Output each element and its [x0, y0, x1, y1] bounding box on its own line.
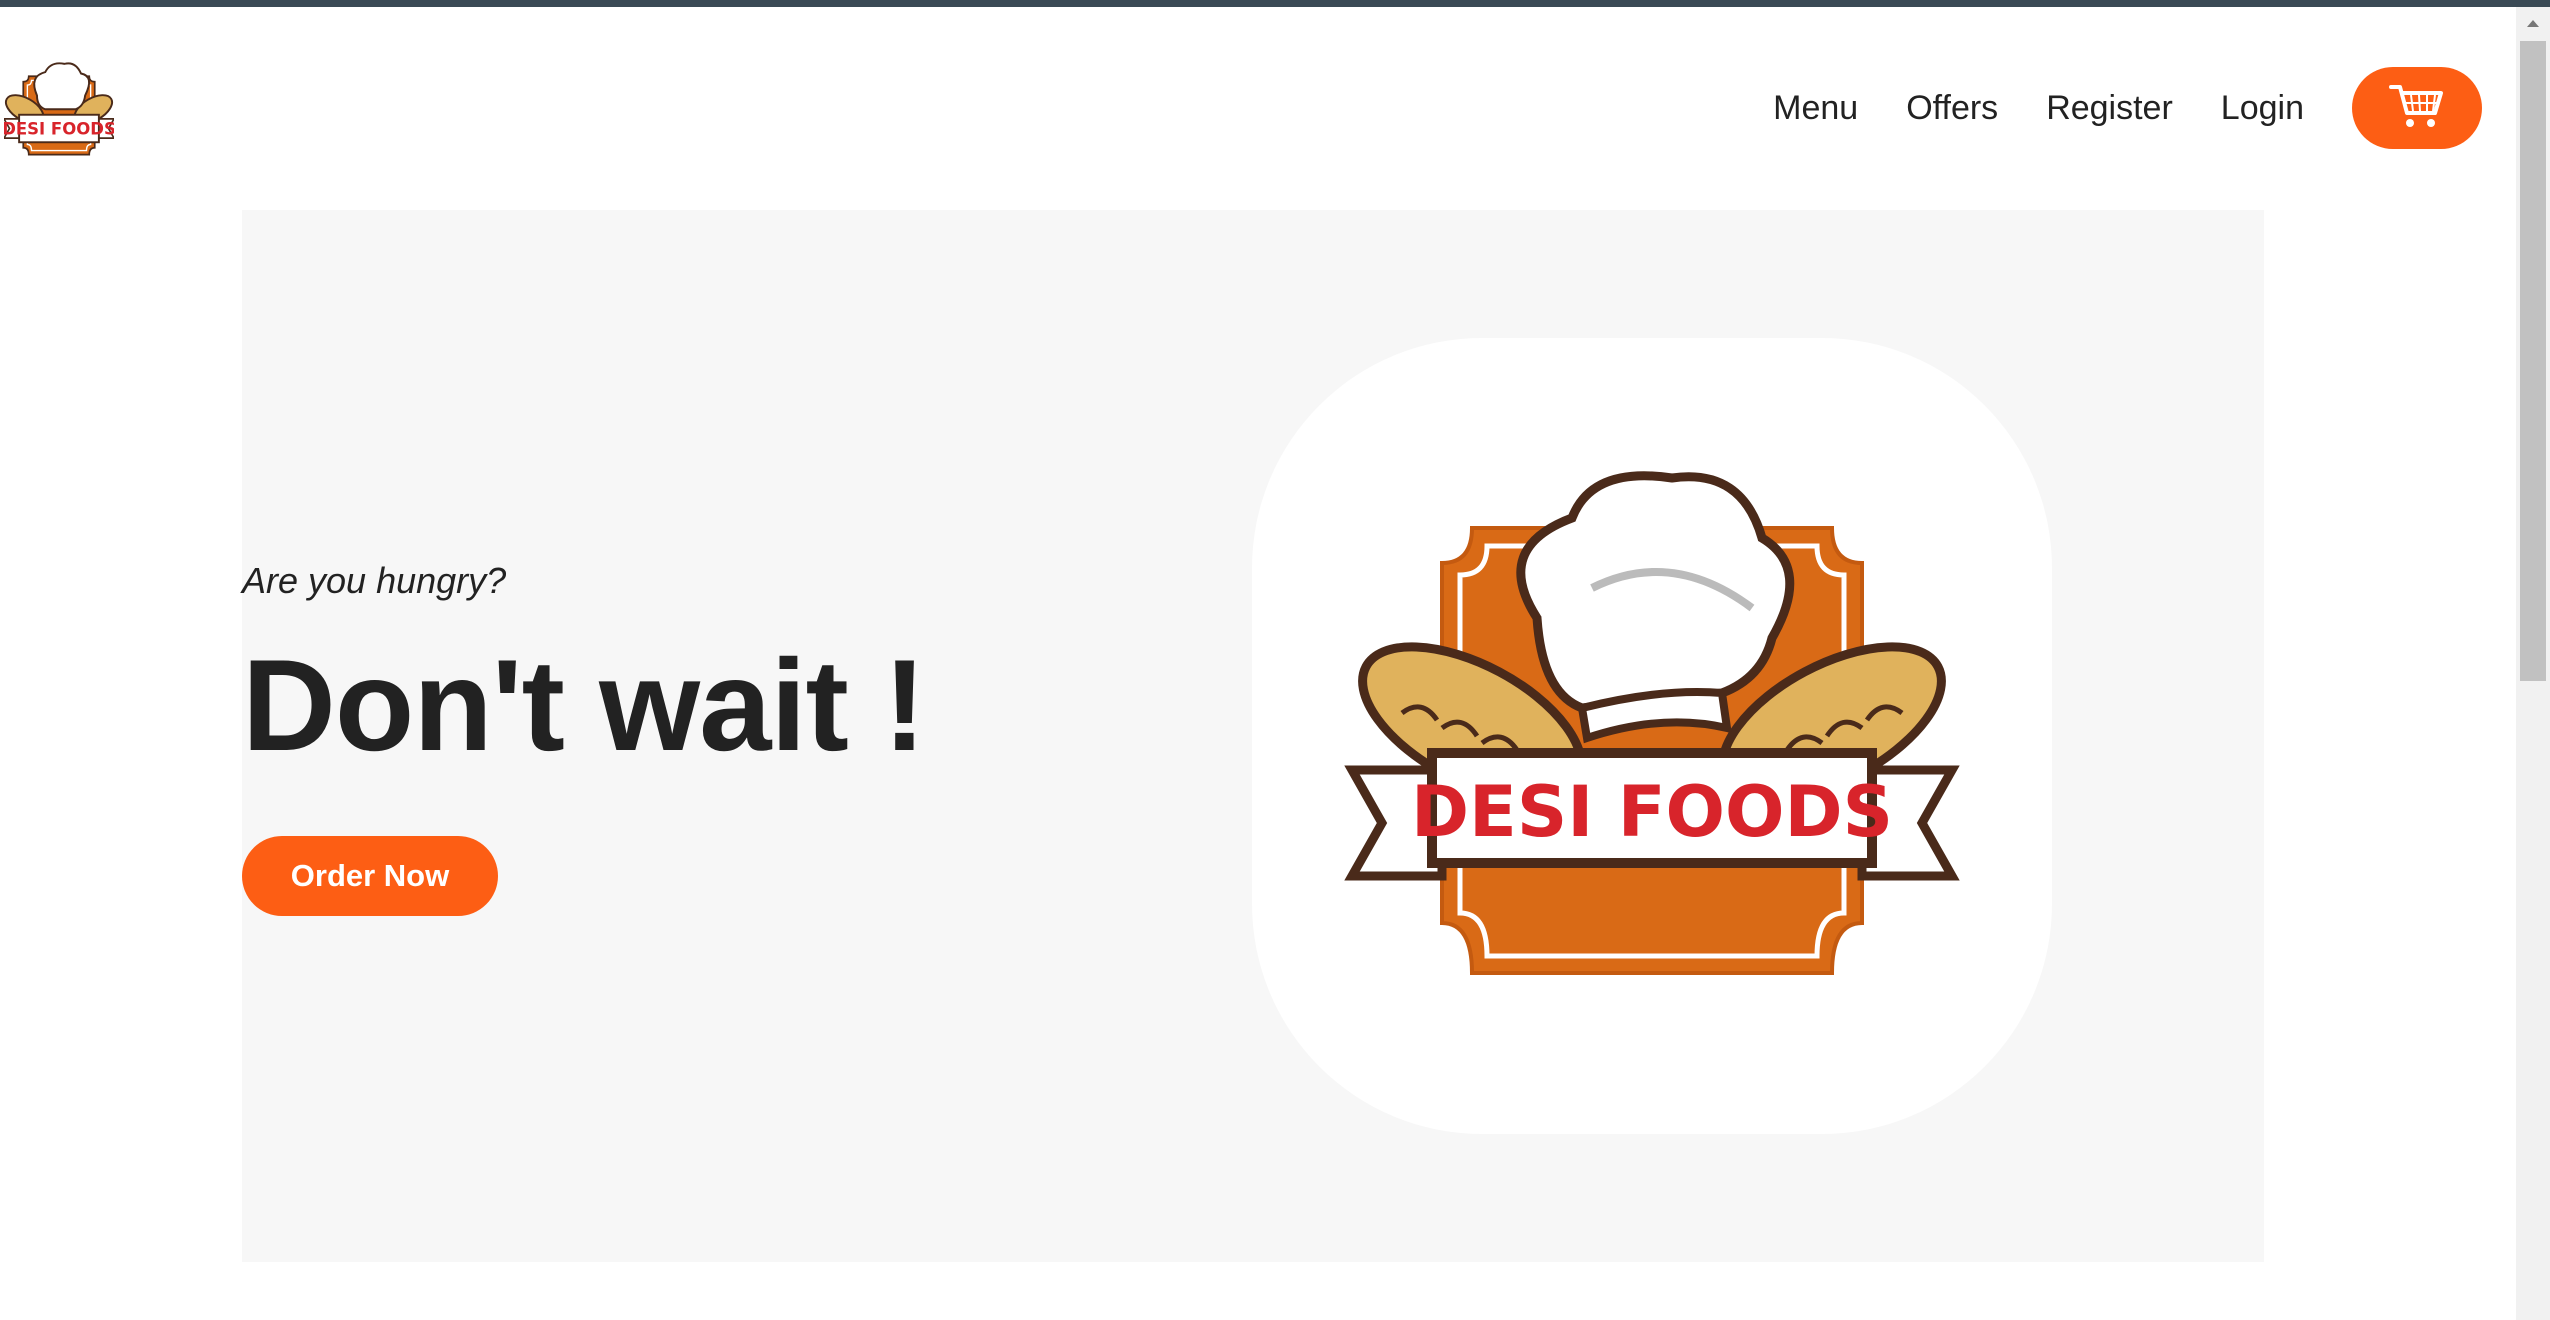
scroll-thumb[interactable]	[2520, 41, 2546, 681]
nav-offers-link[interactable]: Offers	[1906, 89, 1998, 128]
page-scrollbar[interactable]	[2516, 7, 2550, 1320]
hero-title: Don't wait !	[242, 632, 926, 778]
order-now-button[interactable]: Order Now	[242, 836, 498, 916]
nav-links: Menu Offers Register Login	[1725, 67, 2482, 149]
nav-register-link[interactable]: Register	[2046, 89, 2173, 128]
nav-logo-text: DESI FOODS	[4, 120, 114, 139]
hero-logo: DESI FOODS	[1342, 458, 1962, 1018]
nav-login-link[interactable]: Login	[2221, 89, 2304, 128]
cart-icon	[2389, 81, 2445, 136]
cart-button[interactable]	[2352, 67, 2482, 149]
scroll-up-button[interactable]	[2516, 7, 2550, 41]
navbar: DESI FOODS Menu Offers Register Login	[0, 7, 2516, 207]
nav-logo[interactable]: DESI FOODS	[2, 59, 116, 165]
chevron-up-icon	[2526, 15, 2540, 33]
hero-image-card: DESI FOODS	[1252, 338, 2052, 1134]
hero-subtitle: Are you hungry?	[242, 560, 507, 601]
top-window-strip	[0, 0, 2550, 7]
hero-section: Are you hungry? Don't wait ! Order Now D…	[242, 210, 2264, 1262]
nav-menu-link[interactable]: Menu	[1773, 89, 1858, 128]
hero-logo-text: DESI FOODS	[1411, 771, 1893, 853]
